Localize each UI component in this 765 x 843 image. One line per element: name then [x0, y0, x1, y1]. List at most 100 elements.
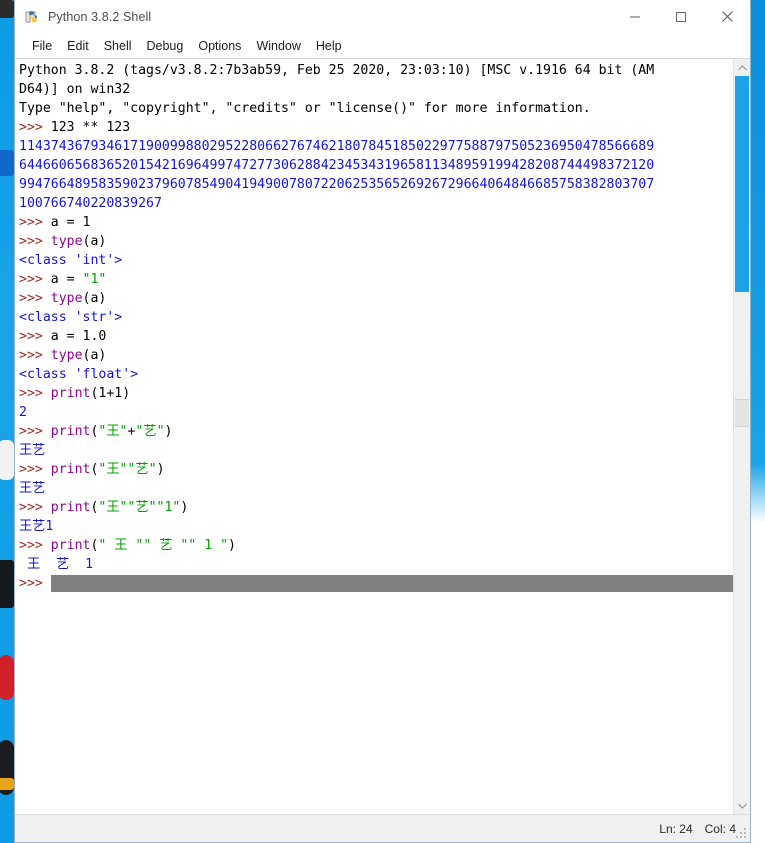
menu-item-edit[interactable]: Edit — [60, 37, 97, 55]
shell-text-segment: >>> — [19, 329, 51, 344]
shell-text-segment: >>> — [19, 462, 51, 477]
shell-text-segment: 6446606568365201542169649974727730628842… — [19, 158, 655, 173]
taskbar-item-dark-2[interactable] — [0, 560, 14, 608]
menu-item-debug[interactable]: Debug — [140, 37, 192, 55]
menu-item-help[interactable]: Help — [309, 37, 350, 55]
shell-text-segment: print — [50, 538, 91, 553]
shell-text-segment: "王" — [98, 424, 128, 439]
shell-text-segment: a = 1.0 — [50, 329, 107, 344]
shell-line: >>> print(1+1) — [19, 384, 733, 403]
menu-bar: File Edit Shell Debug Options Window Hel… — [15, 34, 750, 59]
shell-text-segment: type — [50, 291, 83, 306]
minimize-icon[interactable] — [612, 0, 658, 33]
shell-text-segment: <class 'str'> — [19, 310, 123, 325]
shell-text-segment: >>> — [19, 215, 51, 230]
window-title: Python 3.8.2 Shell — [48, 9, 152, 24]
shell-text-segment: a = — [50, 272, 83, 287]
shell-text-segment: print — [50, 424, 91, 439]
shell-text-segment: ) — [228, 538, 236, 553]
shell-text-segment: print — [50, 500, 91, 515]
shell-line: >>> type(a) — [19, 232, 733, 251]
taskbar-strip[interactable] — [0, 0, 14, 843]
shell-text-segment: <class 'int'> — [19, 253, 123, 268]
menu-item-file[interactable]: File — [25, 37, 60, 55]
shell-line: >>> print(" 王 "" 艺 "" 1 ") — [19, 536, 733, 555]
text-selection-highlight[interactable] — [50, 574, 733, 592]
menu-item-options[interactable]: Options — [191, 37, 249, 55]
shell-line: 9947664895835902379607854904194900780722… — [19, 175, 733, 194]
shell-text-segment: >>> — [19, 234, 51, 249]
shell-text-segment: 王艺1 — [19, 519, 54, 534]
shell-text-segment: >>> — [19, 291, 51, 306]
shell-line: >>> print("王"+"艺") — [19, 422, 733, 441]
title-bar[interactable]: Python 3.8.2 Shell — [15, 0, 750, 34]
shell-text-segment: ) — [164, 424, 173, 439]
shell-text-segment: ) — [156, 462, 165, 477]
shell-text-segment: 100766740220839267 — [19, 196, 162, 211]
shell-text-segment: 王艺 — [19, 481, 46, 496]
scrollbar-secondary-thumb[interactable] — [735, 399, 749, 427]
desktop-right-edge — [751, 0, 765, 843]
shell-text-segment: >>> — [19, 272, 51, 287]
shell-text-segment: 王艺 — [19, 443, 46, 458]
shell-line: >>> a = 1 — [19, 213, 733, 232]
shell-text-segment: "王""艺""1" — [98, 500, 181, 515]
shell-text-segment: (1+1) — [90, 386, 131, 401]
shell-line: >>> a = "1" — [19, 270, 733, 289]
scrollbar-thumb[interactable] — [735, 76, 749, 292]
shell-line: 王艺 — [19, 479, 733, 498]
shell-line: 1143743679346171900998802952280662767462… — [19, 137, 733, 156]
shell-text-segment: <class 'float'> — [19, 367, 139, 382]
shell-text-segment: 2 — [19, 405, 27, 420]
close-icon[interactable] — [704, 0, 750, 33]
shell-line: >>> a = 1.0 — [19, 327, 733, 346]
shell-line: >>> type(a) — [19, 289, 733, 308]
shell-text-segment: print — [50, 386, 91, 401]
python-idle-icon — [24, 9, 40, 25]
shell-text-segment: >>> — [19, 538, 51, 553]
chevron-up-icon[interactable] — [734, 59, 750, 76]
resize-grip-icon[interactable] — [734, 826, 748, 840]
shell-line: D64)] on win32 — [19, 80, 733, 99]
shell-text-segment: Python 3.8.2 (tags/v3.8.2:7b3ab59, Feb 2… — [19, 63, 655, 78]
shell-line: >>> 123 ** 123 — [19, 118, 733, 137]
taskbar-item-active[interactable] — [0, 150, 14, 176]
shell-text-segment: >>> — [19, 500, 51, 515]
shell-line: >>> type(a) — [19, 346, 733, 365]
shell-text-segment: D64)] on win32 — [19, 82, 131, 97]
shell-line: 王艺1 — [19, 517, 733, 536]
shell-line: 6446606568365201542169649974727730628842… — [19, 156, 733, 175]
shell-text-segment: 王 艺 1 — [19, 557, 94, 572]
maximize-icon[interactable] — [658, 0, 704, 33]
shell-text-segment: >>> — [19, 348, 51, 363]
shell-text-segment: 1143743679346171900998802952280662767462… — [19, 139, 655, 154]
shell-text-segment: (a) — [82, 291, 107, 306]
shell-text-segment: >>> — [19, 386, 51, 401]
shell-text-segment: "艺" — [135, 424, 165, 439]
shell-text-segment: "王""艺" — [98, 462, 157, 477]
taskbar-item-light[interactable] — [0, 440, 14, 480]
shell-line: >>> print("王""艺") — [19, 460, 733, 479]
shell-text-segment: (a) — [82, 234, 107, 249]
menu-item-shell[interactable]: Shell — [97, 37, 140, 55]
shell-line: 2 — [19, 403, 733, 422]
vertical-scrollbar[interactable] — [733, 59, 750, 814]
shell-line: <class 'int'> — [19, 251, 733, 270]
shell-line: 100766740220839267 — [19, 194, 733, 213]
taskbar-item-yellow[interactable] — [0, 778, 14, 790]
shell-line: Type "help", "copyright", "credits" or "… — [19, 99, 733, 118]
chevron-down-icon[interactable] — [734, 797, 750, 814]
shell-line: 王艺 — [19, 441, 733, 460]
shell-line: 王 艺 1 — [19, 555, 733, 574]
menu-item-window[interactable]: Window — [249, 37, 308, 55]
shell-text-segment: >>> — [19, 576, 51, 591]
shell-text-segment: type — [50, 234, 83, 249]
shell-line: <class 'float'> — [19, 365, 733, 384]
shell-text-output[interactable]: Python 3.8.2 (tags/v3.8.2:7b3ab59, Feb 2… — [15, 59, 733, 814]
python-idle-shell-window: Python 3.8.2 Shell File Edit Shell Debug… — [14, 0, 751, 843]
shell-text-segment: 123 ** 123 — [50, 120, 131, 135]
shell-line: >>> — [19, 574, 733, 593]
shell-text-segment: "1" — [82, 272, 107, 287]
taskbar-item-red[interactable] — [0, 655, 14, 700]
taskbar-item-dark-1[interactable] — [0, 0, 14, 18]
